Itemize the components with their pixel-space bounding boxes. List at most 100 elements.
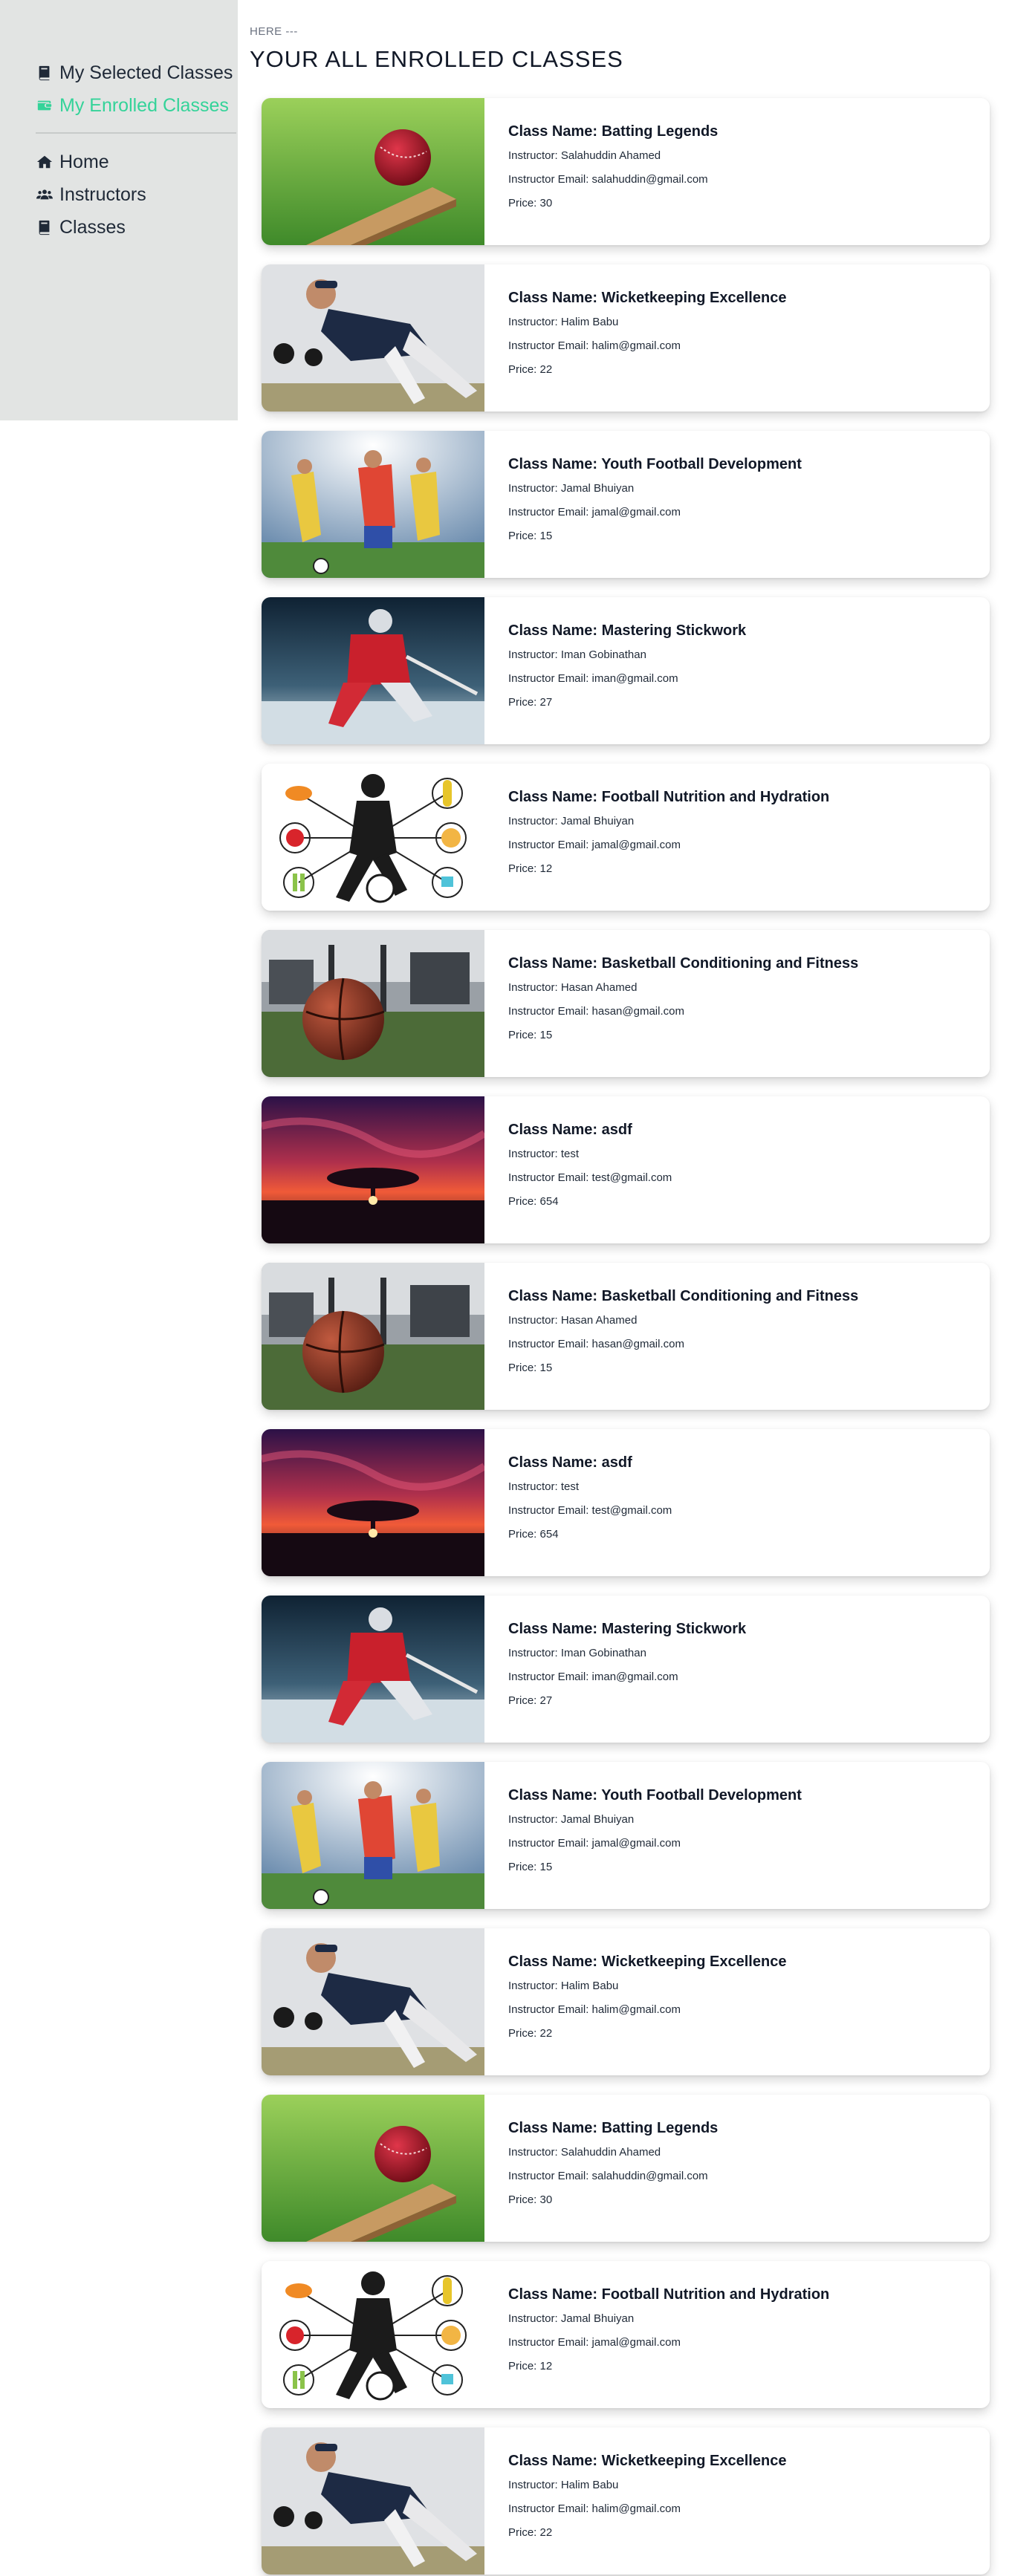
class-price: Price: 27: [508, 1694, 553, 1707]
class-card: Class Name: Football Nutrition and Hydra…: [262, 764, 990, 911]
class-info: Class Name: Football Nutrition and Hydra…: [484, 764, 829, 911]
class-name: Class Name: Basketball Conditioning and …: [508, 955, 859, 972]
class-price: Price: 27: [508, 696, 553, 709]
class-info: Class Name: Batting Legends Instructor: S…: [484, 98, 718, 245]
class-card: Class Name: Youth Football Development In…: [262, 431, 990, 578]
wallet-icon: [36, 97, 53, 114]
home-icon: [36, 153, 53, 171]
class-image: [262, 1096, 484, 1243]
class-card: Class Name: Mastering Stickwork Instructo…: [262, 597, 990, 744]
class-price: Price: 22: [508, 363, 553, 376]
sidebar-item-enrolled-classes[interactable]: My Enrolled Classes: [36, 89, 236, 122]
class-name: Class Name: Basketball Conditioning and …: [508, 1288, 859, 1304]
class-instructor: Instructor: Jamal Bhuiyan: [508, 482, 635, 495]
class-info: Class Name: asdf Instructor: test Instruct…: [484, 1429, 672, 1576]
class-name: Class Name: Batting Legends: [508, 2120, 719, 2136]
users-icon: [36, 186, 53, 204]
class-name: Class Name: asdf: [508, 1454, 632, 1471]
book-icon: [36, 218, 53, 236]
class-info: Class Name: Wicketkeeping Excellence Inst…: [484, 1928, 786, 2075]
class-info: Class Name: Mastering Stickwork Instructo…: [484, 1596, 746, 1743]
class-instructor: Instructor: test: [508, 1148, 580, 1160]
sidebar-item-classes[interactable]: Classes: [36, 211, 236, 244]
page-title: YOUR ALL ENROLLED CLASSES: [250, 46, 623, 72]
enrolled-classes-list: Class Name: Batting Legends Instructor: S…: [262, 98, 990, 2576]
class-name: Class Name: Youth Football Development: [508, 1787, 802, 1803]
class-instructor: Instructor: Hasan Ahamed: [508, 981, 638, 994]
class-price: Price: 15: [508, 1362, 553, 1374]
class-instructor: Instructor: Halim Babu: [508, 316, 619, 328]
class-info: Class Name: Youth Football Development In…: [484, 431, 802, 578]
class-card: Class Name: Mastering Stickwork Instructo…: [262, 1596, 990, 1743]
class-instructor: Instructor: Salahuddin Ahamed: [508, 149, 661, 162]
class-instructor-email: Instructor Email: iman@gmail.com: [508, 1671, 678, 1683]
book-icon: [36, 64, 53, 82]
class-price: Price: 30: [508, 2193, 553, 2206]
class-price: Price: 30: [508, 197, 553, 209]
class-instructor-email: Instructor Email: hasan@gmail.com: [508, 1338, 684, 1350]
class-instructor: Instructor: Halim Babu: [508, 2479, 619, 2491]
class-image: [262, 2427, 484, 2575]
class-card: Class Name: asdf Instructor: test Instruct…: [262, 1429, 990, 1576]
class-name: Class Name: Football Nutrition and Hydra…: [508, 789, 830, 805]
sidebar-divider: [36, 132, 236, 134]
class-name: Class Name: Wicketkeeping Excellence: [508, 2453, 787, 2469]
class-card: Class Name: Wicketkeeping Excellence Inst…: [262, 264, 990, 412]
class-info: Class Name: Football Nutrition and Hydra…: [484, 2261, 829, 2408]
class-info: Class Name: asdf Instructor: test Instruct…: [484, 1096, 672, 1243]
class-image: [262, 2095, 484, 2242]
class-instructor: Instructor: Hasan Ahamed: [508, 1314, 638, 1327]
class-price: Price: 22: [508, 2526, 553, 2539]
class-image: [262, 2261, 484, 2408]
class-image: [262, 264, 484, 412]
class-price: Price: 12: [508, 2360, 553, 2372]
class-card: Class Name: Batting Legends Instructor: S…: [262, 98, 990, 245]
class-instructor-email: Instructor Email: hasan@gmail.com: [508, 1005, 684, 1018]
class-instructor: Instructor: Halim Babu: [508, 1980, 619, 1992]
class-info: Class Name: Basketball Conditioning and …: [484, 1263, 858, 1410]
class-info: Class Name: Wicketkeeping Excellence Inst…: [484, 264, 786, 412]
sidebar-item-label: My Selected Classes: [59, 62, 233, 83]
class-info: Class Name: Wicketkeeping Excellence Inst…: [484, 2427, 786, 2575]
class-instructor: Instructor: Salahuddin Ahamed: [508, 2146, 661, 2159]
class-instructor: Instructor: Jamal Bhuiyan: [508, 1813, 635, 1826]
class-image: [262, 597, 484, 744]
class-image: [262, 1596, 484, 1743]
class-instructor: Instructor: Jamal Bhuiyan: [508, 815, 635, 827]
class-card: Class Name: Basketball Conditioning and …: [262, 930, 990, 1077]
class-card: Class Name: asdf Instructor: test Instruct…: [262, 1096, 990, 1243]
class-card: Class Name: Football Nutrition and Hydra…: [262, 2261, 990, 2408]
class-card: Class Name: Youth Football Development In…: [262, 1762, 990, 1909]
class-name: Class Name: asdf: [508, 1122, 632, 1138]
class-image: [262, 930, 484, 1077]
class-instructor-email: Instructor Email: halim@gmail.com: [508, 2003, 681, 2016]
class-price: Price: 654: [508, 1195, 559, 1208]
sidebar-item-label: Classes: [59, 216, 126, 238]
class-name: Class Name: Wicketkeeping Excellence: [508, 1954, 787, 1970]
class-price: Price: 15: [508, 1861, 553, 1873]
class-image: [262, 1263, 484, 1410]
class-price: Price: 654: [508, 1528, 559, 1541]
class-image: [262, 98, 484, 245]
class-instructor: Instructor: Jamal Bhuiyan: [508, 2312, 635, 2325]
class-name: Class Name: Youth Football Development: [508, 456, 802, 472]
class-info: Class Name: Batting Legends Instructor: S…: [484, 2095, 718, 2242]
sidebar-item-instructors[interactable]: Instructors: [36, 178, 236, 211]
class-instructor-email: Instructor Email: jamal@gmail.com: [508, 2336, 681, 2349]
class-image: [262, 764, 484, 911]
sidebar-item-label: My Enrolled Classes: [59, 94, 229, 116]
sidebar-item-home[interactable]: Home: [36, 146, 236, 178]
class-instructor: Instructor: Iman Gobinathan: [508, 1647, 646, 1659]
class-instructor: Instructor: Iman Gobinathan: [508, 648, 646, 661]
class-image: [262, 1928, 484, 2075]
class-instructor: Instructor: test: [508, 1480, 580, 1493]
sidebar-item-selected-classes[interactable]: My Selected Classes: [36, 56, 236, 89]
sidebar-menu: My Selected Classes My Enrolled Classes …: [36, 56, 236, 244]
class-instructor-email: Instructor Email: jamal@gmail.com: [508, 1837, 681, 1850]
class-instructor-email: Instructor Email: iman@gmail.com: [508, 672, 678, 685]
class-image: [262, 431, 484, 578]
class-price: Price: 12: [508, 862, 553, 875]
class-instructor-email: Instructor Email: test@gmail.com: [508, 1504, 672, 1517]
class-info: Class Name: Basketball Conditioning and …: [484, 930, 858, 1077]
class-instructor-email: Instructor Email: jamal@gmail.com: [508, 839, 681, 851]
